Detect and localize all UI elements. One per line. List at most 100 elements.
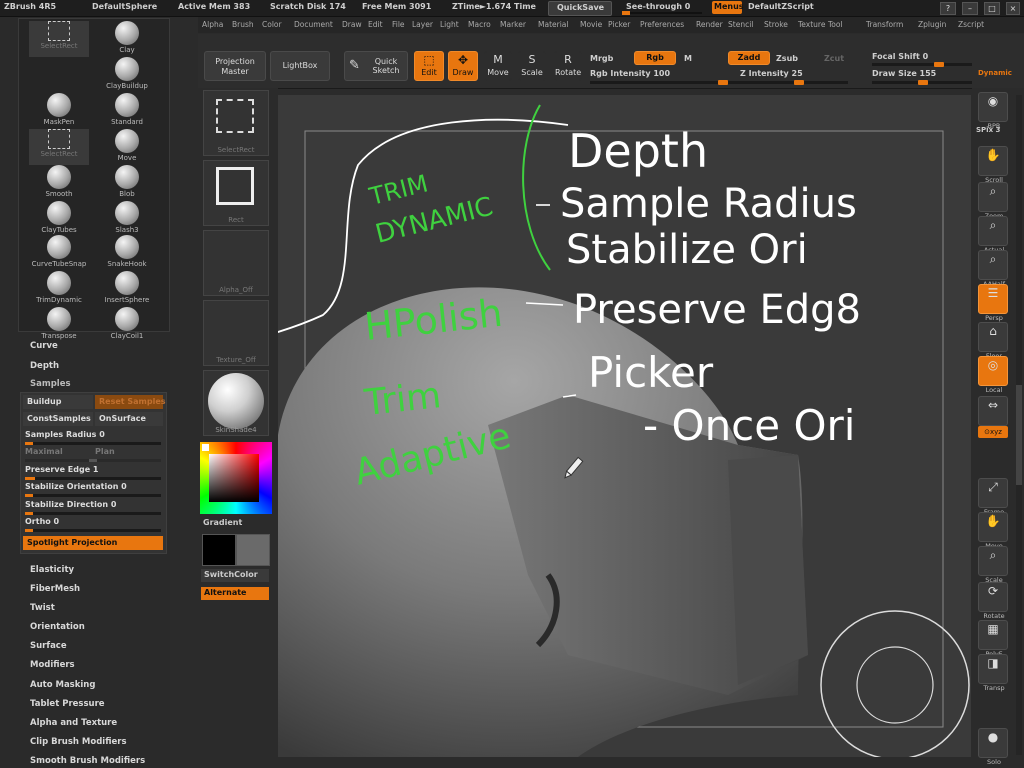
curve-menu[interactable]: Curve	[30, 341, 58, 351]
ortho-slider[interactable]: Ortho 0	[25, 517, 161, 532]
menu-texture[interactable]: Texture	[798, 20, 825, 29]
see-through-slider[interactable]: See-through 0	[618, 1, 706, 15]
menu-fibermesh[interactable]: FiberMesh	[30, 584, 80, 594]
brush-selectrect[interactable]: SelectRect	[29, 21, 89, 57]
bpr-button[interactable]: ◉ BPR	[978, 92, 1008, 130]
local-button[interactable]: ◎ Local	[978, 356, 1008, 394]
menu-smooth-brush-modifiers[interactable]: Smooth Brush Modifiers	[30, 756, 145, 766]
polyf-button[interactable]: ▦PolyF	[978, 620, 1008, 658]
brush-maskpen[interactable]: MaskPen	[29, 93, 89, 129]
menu-layer[interactable]: Layer	[412, 20, 433, 29]
rotate-button[interactable]: R Rotate	[554, 51, 582, 81]
texture-thumb[interactable]: Texture_Off	[203, 300, 269, 366]
brush-claytubes[interactable]: ClayTubes	[29, 201, 89, 237]
main-color-swatch[interactable]	[202, 534, 236, 566]
brush-smooth[interactable]: Smooth	[29, 165, 89, 201]
m-button[interactable]: M	[684, 54, 692, 63]
frame-button[interactable]: ⤢Frame	[978, 478, 1008, 516]
transp-button[interactable]: ◨ Transp	[978, 654, 1008, 692]
menu-auto-masking[interactable]: Auto Masking	[30, 680, 95, 690]
scale-button[interactable]: ⌕ Scale	[978, 546, 1008, 584]
brush-move[interactable]: Move	[97, 129, 157, 165]
select-rect-thumb[interactable]: SelectRect	[203, 90, 269, 156]
move-button[interactable]: M Move	[484, 51, 512, 81]
zadd-button[interactable]: Zadd	[728, 51, 770, 65]
menu-stroke[interactable]: Stroke	[764, 20, 788, 29]
dynamic-toggle[interactable]: Dynamic	[978, 69, 1012, 77]
zcut-button[interactable]: Zcut	[824, 54, 844, 63]
menu-brush[interactable]: Brush	[232, 20, 254, 29]
zsub-button[interactable]: Zsub	[776, 54, 798, 63]
samples-menu[interactable]: Samples	[30, 379, 71, 389]
zoom-button[interactable]: ⌕Zoom	[978, 182, 1008, 220]
z-intensity-slider[interactable]	[728, 80, 848, 85]
brush-standard[interactable]: Standard	[97, 93, 157, 129]
draw-button[interactable]: ✥ Draw	[448, 51, 478, 81]
brush-claycoil1[interactable]: ClayCoil1	[97, 307, 157, 343]
brush-claybuildup[interactable]: ClayBuildup	[97, 57, 157, 93]
default-zscript[interactable]: DefaultZScript	[748, 2, 814, 11]
brush-curvetubesnap[interactable]: CurveTubeSnap	[29, 235, 89, 271]
document-canvas[interactable]: Depth Sample Radius Stabilize Ori Preser…	[278, 95, 971, 757]
persp-button[interactable]: ☰ Persp	[978, 284, 1008, 322]
minimize-icon[interactable]: –	[962, 2, 978, 15]
aahalf-button[interactable]: ⌕AAHalf	[978, 250, 1008, 288]
material-thumb[interactable]: SkinShade4	[203, 370, 269, 436]
menu-document[interactable]: Document	[294, 20, 333, 29]
menus-button[interactable]: Menus	[712, 1, 744, 14]
rotate-button[interactable]: ⟳ Rotate	[978, 582, 1008, 620]
menu-preferences[interactable]: Preferences	[640, 20, 684, 29]
secondary-color-swatch[interactable]	[236, 534, 270, 566]
menu-zplugin[interactable]: Zplugin	[918, 20, 946, 29]
preserve-edge-slider[interactable]: Preserve Edge 1	[25, 465, 161, 480]
saturation-box[interactable]	[209, 454, 259, 502]
brush-selectrect[interactable]: SelectRect	[29, 129, 89, 165]
quick-sketch-button[interactable]: ✎ Quick Sketch	[344, 51, 408, 81]
edit-button[interactable]: ⬚ Edit	[414, 51, 444, 81]
stabilize-direction-slider[interactable]: Stabilize Direction 0	[25, 500, 161, 515]
projection-master-button[interactable]: Projection Master	[204, 51, 266, 81]
menu-modifiers[interactable]: Modifiers	[30, 660, 75, 670]
spotlight-projection-button[interactable]: Spotlight Projection	[23, 536, 163, 550]
menu-macro[interactable]: Macro	[468, 20, 491, 29]
menu-light[interactable]: Light	[440, 20, 459, 29]
xyz-symmetry-button[interactable]: ⊙xyz	[978, 426, 1008, 438]
menu-marker[interactable]: Marker	[500, 20, 526, 29]
actual-button[interactable]: ⌕Actual	[978, 216, 1008, 254]
draw-size-slider[interactable]	[872, 80, 972, 85]
menu-render[interactable]: Render	[696, 20, 723, 29]
reset-samples-button[interactable]: Reset Samples	[95, 395, 166, 409]
brush-snakehook[interactable]: SnakeHook	[97, 235, 157, 271]
depth-menu[interactable]: Depth	[30, 361, 59, 371]
on-surface-button[interactable]: OnSurface	[95, 412, 163, 426]
floor-button[interactable]: ⌂Floor	[978, 322, 1008, 360]
brush-slash3[interactable]: Slash3	[97, 201, 157, 237]
stabilize-orientation-slider[interactable]: Stabilize Orientation 0	[25, 482, 161, 497]
focal-shift-slider[interactable]	[872, 62, 972, 67]
menu-color[interactable]: Color	[262, 20, 282, 29]
move-button[interactable]: ✋Move	[978, 512, 1008, 550]
menu-alpha-and-texture[interactable]: Alpha and Texture	[30, 718, 117, 728]
menu-tablet-pressure[interactable]: Tablet Pressure	[30, 699, 105, 709]
close-icon[interactable]: ×	[1006, 2, 1020, 15]
menu-surface[interactable]: Surface	[30, 641, 67, 651]
help-icon[interactable]: ?	[940, 2, 956, 15]
brush-transpose[interactable]: Transpose	[29, 307, 89, 343]
const-samples-button[interactable]: ConstSamples	[23, 412, 93, 426]
menu-transform[interactable]: Transform	[866, 20, 903, 29]
stroke-thumb[interactable]: Rect	[203, 160, 269, 226]
spix-slider[interactable]: SPix 3	[976, 126, 1000, 134]
scale-button[interactable]: S Scale	[518, 51, 546, 81]
menu-tool[interactable]: Tool	[828, 20, 843, 29]
maximal-plan-slider[interactable]: Maximal Plan	[25, 447, 161, 462]
menu-material[interactable]: Material	[538, 20, 568, 29]
maximize-icon[interactable]: □	[984, 2, 1000, 15]
scroll-button[interactable]: ✋ Scroll	[978, 146, 1008, 184]
color-picker[interactable]	[200, 442, 272, 514]
alternate-button[interactable]: Alternate	[201, 587, 269, 600]
brush-trimdynamic[interactable]: TrimDynamic	[29, 271, 89, 307]
brush-insertsphere[interactable]: InsertSphere	[97, 271, 157, 307]
menu-draw[interactable]: Draw	[342, 20, 362, 29]
samples-radius-slider[interactable]: Samples Radius 0	[25, 430, 161, 445]
rgb-button[interactable]: Rgb	[634, 51, 676, 65]
